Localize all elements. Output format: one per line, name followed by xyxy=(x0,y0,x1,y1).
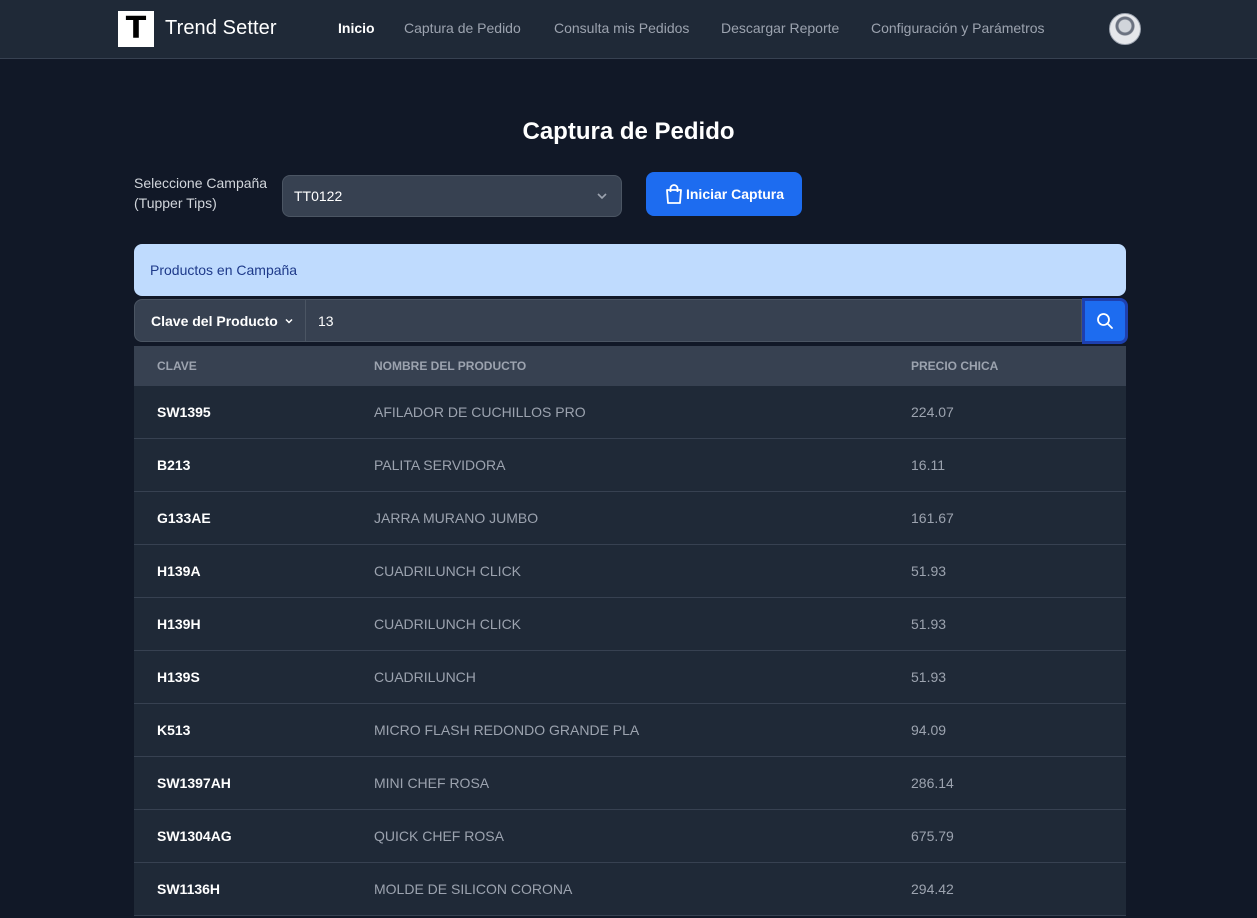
cell-nombre: CUADRILUNCH CLICK xyxy=(374,563,522,579)
product-search: Clave del Producto xyxy=(134,298,1128,344)
cell-clave: SW1397AH xyxy=(157,775,231,791)
table-row[interactable]: B213 PALITA SERVIDORA 16.11 xyxy=(134,439,1126,492)
cell-clave: H139S xyxy=(157,669,200,685)
table-row[interactable]: G133AE JARRA MURANO JUMBO 161.67 xyxy=(134,492,1126,545)
cell-precio: 51.93 xyxy=(911,669,947,685)
cell-precio: 286.14 xyxy=(911,775,954,791)
cell-nombre: MICRO FLASH REDONDO GRANDE PLA xyxy=(374,722,640,738)
logo[interactable]: T xyxy=(118,11,154,47)
cell-nombre: CUADRILUNCH xyxy=(374,669,476,685)
cell-precio: 294.42 xyxy=(911,881,954,897)
cell-nombre: MOLDE DE SILICON CORONA xyxy=(374,881,573,897)
table-row[interactable]: SW1395 AFILADOR DE CUCHILLOS PRO 224.07 xyxy=(134,386,1126,439)
brand-name[interactable]: Trend Setter xyxy=(165,17,277,40)
cell-clave: K513 xyxy=(157,722,191,738)
cell-nombre: CUADRILUNCH CLICK xyxy=(374,616,522,632)
chevron-down-icon xyxy=(597,193,607,200)
nav-link-consulta-mis-pedidos[interactable]: Consulta mis Pedidos xyxy=(554,20,689,36)
table-row[interactable]: SW1304AG QUICK CHEF ROSA 675.79 xyxy=(134,810,1126,863)
cell-precio: 16.11 xyxy=(911,457,945,473)
cell-nombre: AFILADOR DE CUCHILLOS PRO xyxy=(374,404,586,420)
chevron-down-icon xyxy=(285,318,293,324)
campaign-select-value: TT0122 xyxy=(294,188,343,204)
campaign-label-line2: (Tupper Tips) xyxy=(134,195,217,211)
table-row[interactable]: H139H CUADRILUNCH CLICK 51.93 xyxy=(134,598,1126,651)
cell-precio: 224.07 xyxy=(911,404,954,420)
user-avatar[interactable] xyxy=(1109,13,1141,45)
nav-link-inicio[interactable]: Inicio xyxy=(338,20,375,36)
logo-letter: T xyxy=(125,11,147,46)
header-precio: PRECIO CHICA xyxy=(911,359,999,373)
cell-precio: 161.67 xyxy=(911,510,954,526)
cell-clave: H139H xyxy=(157,616,201,632)
cell-nombre: MINI CHEF ROSA xyxy=(374,775,490,791)
cell-clave: SW1136H xyxy=(157,881,221,897)
cell-precio: 51.93 xyxy=(911,563,947,579)
table-body: SW1395 AFILADOR DE CUCHILLOS PRO 224.07 B21… xyxy=(134,386,1126,916)
nav-link-configuracion[interactable]: Configuración y Parámetros xyxy=(871,20,1045,36)
products-table: CLAVE NOMBRE DEL PRODUCTO PRECIO CHICA S… xyxy=(134,346,1126,916)
cell-precio: 94.09 xyxy=(911,722,947,738)
shopping-bag-icon xyxy=(666,184,682,204)
products-alert: Productos en Campaña xyxy=(134,244,1126,296)
cell-clave: SW1395 xyxy=(157,404,211,420)
search-button[interactable] xyxy=(1082,298,1128,344)
table-row[interactable]: SW1397AH MINI CHEF ROSA 286.14 xyxy=(134,757,1126,810)
search-filter-label: Clave del Producto xyxy=(151,312,278,329)
table-row[interactable]: K513 MICRO FLASH REDONDO GRANDE PLA 94.09 xyxy=(134,704,1126,757)
cell-precio: 51.93 xyxy=(911,616,947,632)
nav-link-captura-de-pedido[interactable]: Captura de Pedido xyxy=(404,20,521,36)
start-capture-label: Iniciar Captura xyxy=(685,186,785,202)
cell-clave: H139A xyxy=(157,563,201,579)
campaign-label-line1: Seleccione Campaña xyxy=(134,175,268,191)
header-nombre: NOMBRE DEL PRODUCTO xyxy=(374,359,527,373)
cell-nombre: PALITA SERVIDORA xyxy=(374,457,506,473)
cell-nombre: JARRA MURANO JUMBO xyxy=(374,510,539,526)
campaign-select[interactable]: TT0122 xyxy=(282,175,622,217)
nav-link-descargar-reporte[interactable]: Descargar Reporte xyxy=(721,20,839,36)
cell-nombre: QUICK CHEF ROSA xyxy=(374,828,504,844)
header-clave: CLAVE xyxy=(157,359,197,373)
cell-precio: 675.79 xyxy=(911,828,954,844)
cell-clave: G133AE xyxy=(157,510,211,526)
search-filter-dropdown[interactable]: Clave del Producto xyxy=(134,299,306,342)
table-row[interactable]: H139A CUADRILUNCH CLICK 51.93 xyxy=(134,545,1126,598)
cell-clave: SW1304AG xyxy=(157,828,232,844)
start-capture-button[interactable]: Iniciar Captura xyxy=(646,172,802,216)
campaign-label: Seleccione Campaña (Tupper Tips) xyxy=(134,173,274,213)
table-row[interactable]: SW1136H MOLDE DE SILICON CORONA 294.42 xyxy=(134,863,1126,916)
page-title: Captura de Pedido xyxy=(522,118,735,145)
search-icon xyxy=(1097,313,1113,329)
search-input[interactable] xyxy=(306,299,1082,342)
navbar: T Trend Setter Inicio Captura de Pedido … xyxy=(0,0,1257,59)
table-header: CLAVE NOMBRE DEL PRODUCTO PRECIO CHICA xyxy=(134,346,1126,386)
table-row[interactable]: H139S CUADRILUNCH 51.93 xyxy=(134,651,1126,704)
cell-clave: B213 xyxy=(157,457,191,473)
